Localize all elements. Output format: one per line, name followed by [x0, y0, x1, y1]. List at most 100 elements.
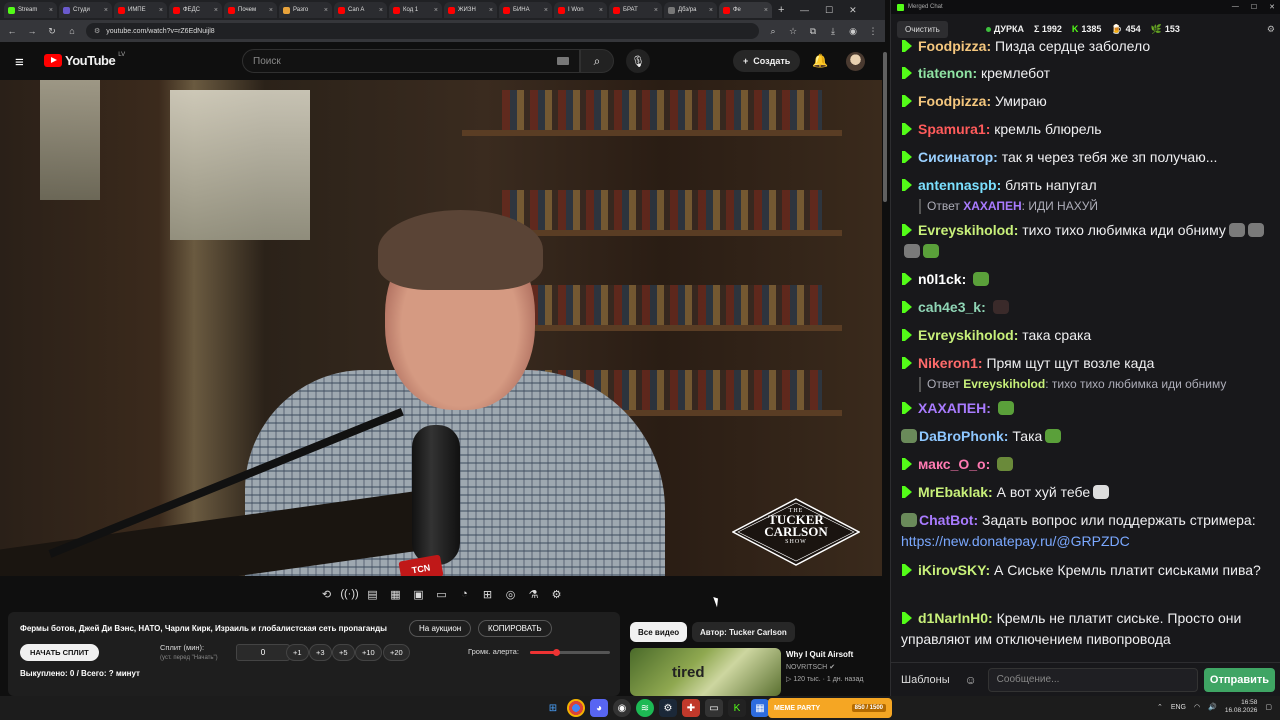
chat-nick[interactable]: ХАХАПЕН [918, 400, 986, 416]
clapper-icon[interactable]: ▦ [387, 586, 404, 603]
recommended-video-thumbnail[interactable]: tired [630, 648, 781, 696]
terminal-icon[interactable]: ▭ [705, 699, 723, 717]
kick-app-icon[interactable]: K [728, 699, 746, 717]
settings-icon[interactable]: ⚙ [548, 586, 565, 603]
url-field[interactable]: ⚙ youtube.com/watch?v=rZ6EdNuijl8 [86, 23, 759, 39]
picture-icon[interactable]: ▣ [410, 586, 427, 603]
auction-button[interactable]: На аукцион [409, 620, 472, 637]
recommended-video-channel[interactable]: NOVRITSCH ✔ [786, 663, 835, 671]
browser-tab[interactable]: Фе × [719, 2, 772, 18]
download-icon[interactable]: ⤓ [827, 26, 839, 37]
close-icon[interactable]: ✕ [1269, 3, 1275, 11]
game-icon[interactable]: ✚ [682, 699, 700, 717]
clock[interactable]: 16:58 16.08.2026 [1225, 699, 1258, 715]
home-icon[interactable]: ⌂ [66, 26, 78, 36]
tab-close-icon[interactable]: × [324, 7, 328, 14]
chat-nick[interactable]: Evreyskiholod [918, 327, 1014, 343]
flask-icon[interactable]: ⚗ [525, 586, 542, 603]
reply-nick[interactable]: ХАХАПЕН [963, 199, 1021, 213]
start-split-button[interactable]: НАЧАТЬ СПЛИТ [20, 644, 99, 661]
speed-icon[interactable]: ◔ [456, 586, 473, 603]
increment-button[interactable]: +3 [309, 644, 332, 661]
account-avatar[interactable] [846, 52, 865, 71]
wifi-icon[interactable]: ◠ [1194, 703, 1200, 711]
loop-icon[interactable]: ⟲ [318, 586, 335, 603]
windows-start-icon[interactable]: ⊞ [544, 699, 562, 717]
profile-icon[interactable]: ◉ [847, 26, 859, 37]
reply-nick[interactable]: Evreyskiholod [963, 377, 1045, 391]
split-minutes-input[interactable]: 0 [236, 644, 290, 661]
templates-button[interactable]: Шаблоны [897, 668, 954, 692]
search-page-icon[interactable]: ⌕ [767, 26, 779, 37]
tab-close-icon[interactable]: × [159, 7, 163, 14]
tab-close-icon[interactable]: × [654, 7, 658, 14]
chat-nick[interactable]: Foodpizza [918, 93, 986, 109]
browser-tab[interactable]: БРАТ × [609, 2, 662, 18]
chat-nick[interactable]: n0l1ck [918, 271, 962, 287]
broadcast-icon[interactable]: ((·)) [340, 586, 358, 603]
browser-tab[interactable]: ЖИЗН × [444, 2, 497, 18]
browser-tab[interactable]: Код 1 × [389, 2, 442, 18]
voice-search-button[interactable]: 🎙 [626, 49, 650, 73]
meme-party-widget[interactable]: MEME PARTY 850 / 1500 [768, 698, 892, 718]
extensions-icon[interactable]: ⧉ [807, 26, 819, 37]
chat-settings-icon[interactable]: ⚙ [1267, 24, 1275, 35]
tab-close-icon[interactable]: × [544, 7, 548, 14]
browser-tab[interactable]: Студи × [59, 2, 112, 18]
tab-close-icon[interactable]: × [214, 7, 218, 14]
chat-nick[interactable]: Evreyskiholod [918, 222, 1014, 238]
browser-tab[interactable]: БИНА × [499, 2, 552, 18]
minimize-icon[interactable]: — [800, 5, 809, 15]
chat-nick[interactable]: ChatBot [919, 512, 973, 528]
create-button[interactable]: + Создать [733, 50, 801, 72]
youtube-logo[interactable]: YouTube LV [44, 52, 125, 68]
chat-nick[interactable]: tiatenon [918, 65, 972, 81]
discord-icon[interactable]: ◕ [590, 699, 608, 717]
search-button[interactable]: ⌕ [580, 49, 614, 73]
chat-nick[interactable]: Сисинатор [918, 149, 993, 165]
tab-close-icon[interactable]: × [104, 7, 108, 14]
chip-all-videos[interactable]: Все видео [630, 622, 688, 642]
screenshot-icon[interactable]: ⊞ [479, 586, 496, 603]
volume-icon[interactable]: 🔊 [1208, 703, 1217, 711]
browser-tab[interactable]: Stream × [4, 2, 57, 18]
alert-volume-knob[interactable] [552, 649, 560, 656]
new-tab-icon[interactable]: + [778, 4, 784, 16]
increment-button[interactable]: +20 [383, 644, 410, 661]
chat-link[interactable]: https://new.donatepay.ru/@GRPZDC [901, 533, 1130, 549]
tab-close-icon[interactable]: × [764, 7, 768, 14]
keyboard-icon[interactable] [557, 57, 569, 65]
browser-tab[interactable]: ИМПЕ × [114, 2, 167, 18]
spotify-icon[interactable]: ≋ [636, 699, 654, 717]
scrollbar-thumb[interactable] [883, 52, 887, 202]
copy-button[interactable]: КОПИРОВАТЬ [478, 620, 552, 637]
alert-volume-slider[interactable] [530, 649, 610, 656]
tab-close-icon[interactable]: × [489, 7, 493, 14]
increment-button[interactable]: +5 [332, 644, 355, 661]
notifications-icon[interactable]: ▢ [1265, 703, 1272, 711]
tab-close-icon[interactable]: × [379, 7, 383, 14]
browser-tab[interactable]: I Won × [554, 2, 607, 18]
tab-close-icon[interactable]: × [49, 7, 53, 14]
tab-close-icon[interactable]: × [709, 7, 713, 14]
notifications-bell-icon[interactable]: 🔔 [812, 53, 828, 69]
browser-menu-icon[interactable]: ⋮ [867, 26, 879, 37]
send-button[interactable]: Отправить [1203, 667, 1275, 692]
recommended-video-title[interactable]: Why I Quit Airsoft [786, 650, 853, 659]
chat-message-input[interactable]: Сообщение... [987, 667, 1198, 692]
maximize-icon[interactable]: ☐ [825, 5, 833, 16]
forward-icon[interactable]: → [26, 26, 38, 36]
language-indicator[interactable]: ENG [1171, 704, 1186, 711]
files-icon[interactable]: ▦ [751, 699, 769, 717]
page-scrollbar[interactable] [882, 42, 888, 696]
browser-tab[interactable]: Дбз/ра × [664, 2, 717, 18]
obs-icon[interactable]: ◉ [613, 699, 631, 717]
reload-icon[interactable]: ↻ [46, 26, 58, 37]
emoji-button[interactable]: ☺ [960, 668, 982, 692]
chat-nick[interactable]: iKirovSKY [918, 562, 985, 578]
tab-close-icon[interactable]: × [269, 7, 273, 14]
tray-chevron-icon[interactable]: ⌃ [1157, 703, 1163, 711]
increment-button[interactable]: +1 [286, 644, 309, 661]
chip-author[interactable]: Автор: Tucker Carlson [692, 622, 795, 642]
chat-nick[interactable]: макс_О_о [918, 456, 986, 472]
